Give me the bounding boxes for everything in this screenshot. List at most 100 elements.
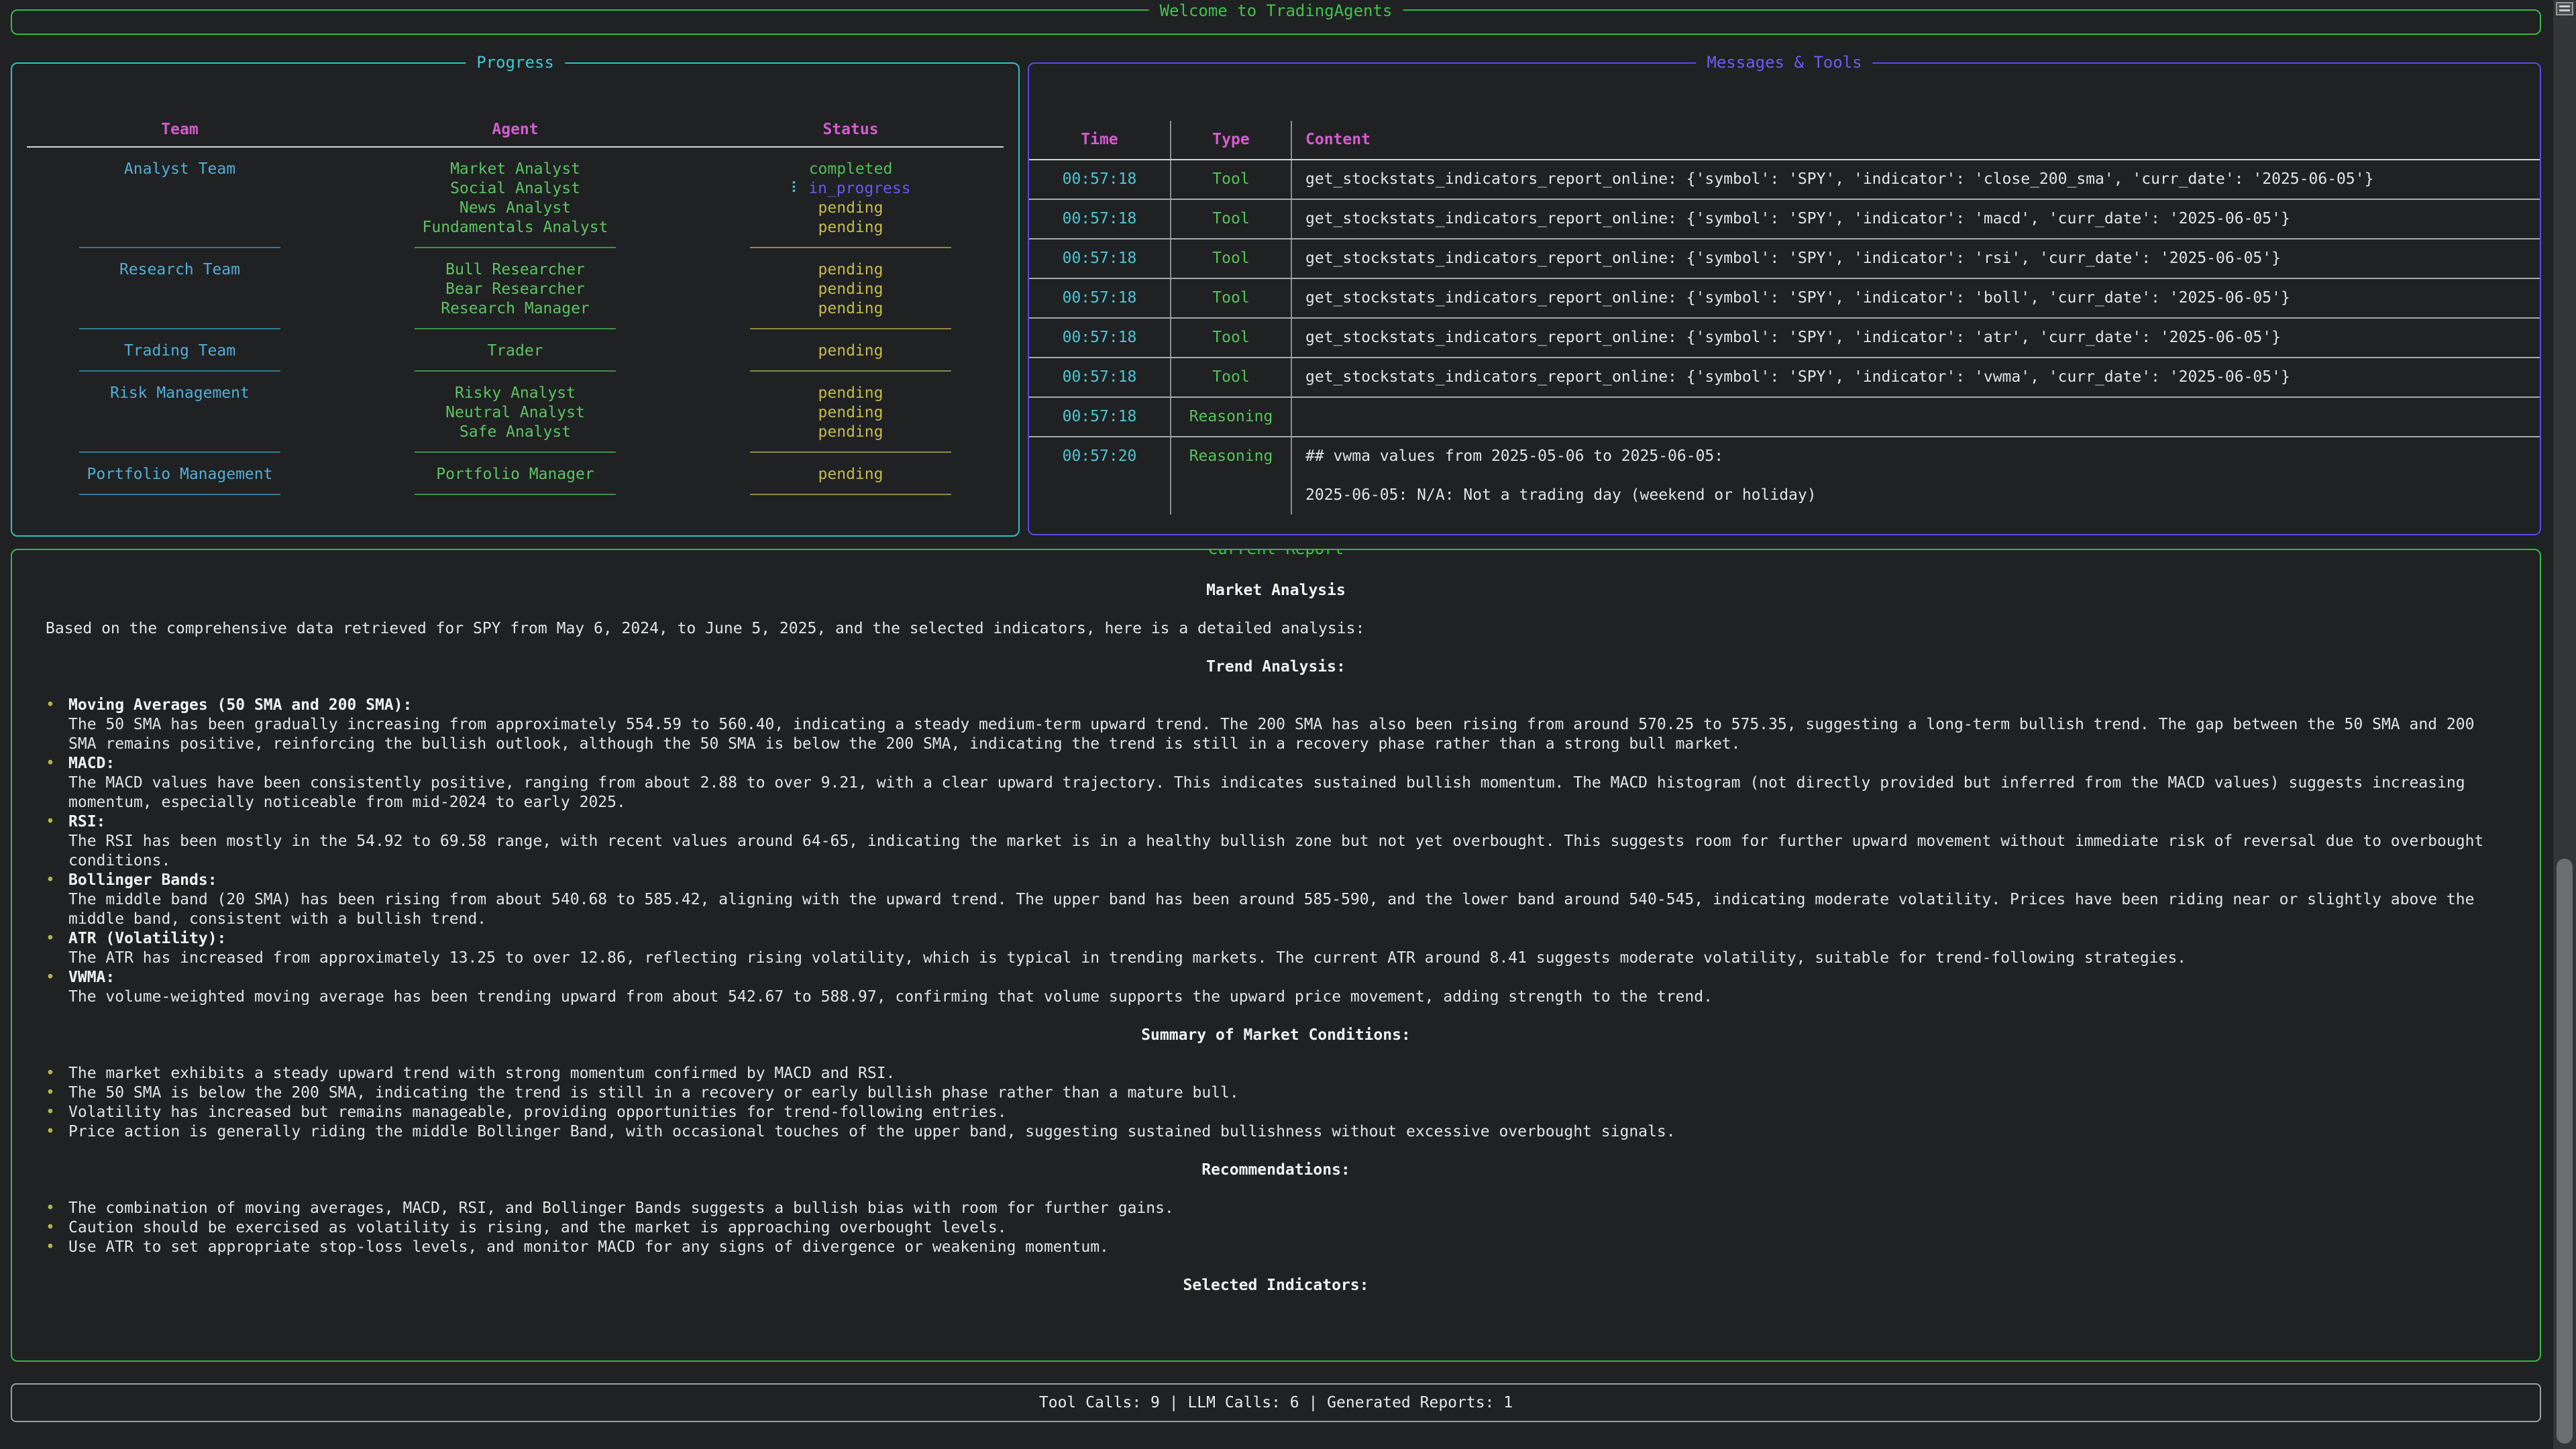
scrollbar-track[interactable] [2553, 0, 2576, 1449]
agent-name: Portfolio Manager [347, 465, 683, 484]
agent-name: Fundamentals Analyst [347, 218, 683, 237]
message-type: Tool [1171, 279, 1292, 317]
bullet-body: The market exhibits a steady upward tren… [68, 1064, 2506, 1083]
message-row: 00:57:18 Tool get_stockstats_indicators_… [1029, 358, 2540, 398]
team-group-research: Research Team Bull Researcher Bear Resea… [12, 248, 1018, 319]
status-pending: pending [683, 341, 1018, 361]
messages-table: Time Type Content 00:57:18 Tool get_stoc… [1029, 121, 2540, 515]
group-divider [12, 319, 1018, 329]
message-type: Tool [1171, 160, 1292, 199]
bullet-icon: • [46, 1122, 68, 1142]
message-time: 00:57:18 [1029, 319, 1171, 357]
list-item: • Price action is generally riding the m… [46, 1122, 2506, 1142]
column-header-content: Content [1292, 121, 2540, 159]
message-type: Tool [1171, 200, 1292, 238]
welcome-banner-title: Welcome to TradingAgents [1149, 1, 1403, 20]
report-intro: Based on the comprehensive data retrieve… [46, 619, 2506, 639]
section-heading-trend-analysis: Trend Analysis: [46, 657, 2506, 677]
team-group-portfolio: Portfolio Management Portfolio Manager p… [12, 453, 1018, 484]
progress-table-header: Team Agent Status [12, 121, 1018, 138]
bullet-title: RSI: [68, 812, 2506, 832]
agent-name: News Analyst [347, 199, 683, 218]
scrollbar-thumb[interactable] [2557, 859, 2573, 1444]
agent-name: Social Analyst [347, 179, 683, 199]
stats-footer-panel: Tool Calls: 9 | LLM Calls: 6 | Generated… [11, 1383, 2541, 1422]
message-row: 00:57:18 Reasoning [1029, 398, 2540, 437]
bullet-icon: • [46, 754, 68, 812]
message-row: 00:57:20 Reasoning ## vwma values from 2… [1029, 437, 2540, 515]
agent-name: Market Analyst [347, 160, 683, 179]
team-name: Risk Management [12, 384, 347, 442]
message-type: Reasoning [1171, 437, 1292, 515]
team-group-trading: Trading Team Trader pending [12, 329, 1018, 361]
status-pending: pending [683, 218, 1018, 237]
report-heading: Market Analysis [46, 581, 2506, 600]
team-name: Trading Team [12, 341, 347, 361]
list-item: • The combination of moving averages, MA… [46, 1199, 2506, 1218]
list-item: • VWMA: The volume-weighted moving avera… [46, 968, 2506, 1007]
agent-name: Risky Analyst [347, 384, 683, 403]
bullet-title: Moving Averages (50 SMA and 200 SMA): [68, 696, 2506, 715]
bullet-body: The MACD values have been consistently p… [68, 773, 2506, 812]
agent-name: Safe Analyst [347, 423, 683, 442]
column-header-status: Status [683, 121, 1018, 138]
team-name: Analyst Team [12, 160, 347, 237]
bullet-body: Price action is generally riding the mid… [68, 1122, 2506, 1142]
column-header-time: Time [1029, 121, 1171, 159]
column-header-team: Team [12, 121, 347, 138]
bullet-icon: • [46, 968, 68, 1007]
agent-name: Neutral Analyst [347, 403, 683, 423]
status-pending: pending [683, 260, 1018, 280]
message-content: get_stockstats_indicators_report_online:… [1292, 279, 2540, 317]
status-in-progress: ⠇in_progress [683, 179, 1018, 199]
current-report-panel: Current Report Market Analysis Based on … [11, 549, 2541, 1362]
list-item: • ATR (Volatility): The ATR has increase… [46, 929, 2506, 968]
message-time: 00:57:18 [1029, 239, 1171, 278]
message-content [1292, 398, 2540, 436]
group-divider [12, 237, 1018, 248]
message-content: get_stockstats_indicators_report_online:… [1292, 160, 2540, 199]
bullet-title: Bollinger Bands: [68, 871, 2506, 890]
agent-name: Bear Researcher [347, 280, 683, 299]
list-item: • MACD: The MACD values have been consis… [46, 754, 2506, 812]
status-pending: pending [683, 199, 1018, 218]
scrollbar-menu-button[interactable] [2556, 2, 2573, 15]
list-item: • The market exhibits a steady upward tr… [46, 1064, 2506, 1083]
section-heading-recommendations: Recommendations: [46, 1161, 2506, 1180]
bullet-icon: • [46, 812, 68, 871]
list-item: • Use ATR to set appropriate stop-loss l… [46, 1238, 2506, 1257]
message-content: get_stockstats_indicators_report_online:… [1292, 358, 2540, 396]
list-item: • The 50 SMA is below the 200 SMA, indic… [46, 1083, 2506, 1103]
section-heading-summary: Summary of Market Conditions: [46, 1026, 2506, 1045]
stats-text: Tool Calls: 9 | LLM Calls: 6 | Generated… [12, 1385, 2540, 1421]
bullet-body: Use ATR to set appropriate stop-loss lev… [68, 1238, 2506, 1257]
report-panel-title: Current Report [1197, 549, 1354, 558]
message-content: get_stockstats_indicators_report_online:… [1292, 200, 2540, 238]
list-item: • Moving Averages (50 SMA and 200 SMA): … [46, 696, 2506, 754]
list-item: • Caution should be exercised as volatil… [46, 1218, 2506, 1238]
list-item: • RSI: The RSI has been mostly in the 54… [46, 812, 2506, 871]
messages-panel-title: Messages & Tools [1696, 53, 1872, 72]
messages-table-header: Time Type Content [1029, 121, 2540, 160]
message-row: 00:57:18 Tool get_stockstats_indicators_… [1029, 319, 2540, 358]
section-heading-selected-indicators: Selected Indicators: [46, 1276, 2506, 1295]
bullet-body: Caution should be exercised as volatilit… [68, 1218, 2506, 1238]
progress-panel: Progress Team Agent Status Analyst Team … [11, 62, 1020, 537]
message-type: Tool [1171, 319, 1292, 357]
bullet-icon: • [46, 929, 68, 968]
bullet-body: The 50 SMA has been gradually increasing… [68, 715, 2506, 754]
bullet-body: The RSI has been mostly in the 54.92 to … [68, 832, 2506, 871]
status-pending: pending [683, 465, 1018, 484]
list-item: • Bollinger Bands: The middle band (20 S… [46, 871, 2506, 929]
team-group-analyst: Analyst Team Market Analyst Social Analy… [12, 148, 1018, 237]
progress-panel-title: Progress [466, 53, 565, 72]
status-pending: pending [683, 299, 1018, 319]
team-group-risk: Risk Management Risky Analyst Neutral An… [12, 372, 1018, 442]
bullet-icon: • [46, 1238, 68, 1257]
bullet-body: The volume-weighted moving average has b… [68, 987, 2506, 1007]
group-divider [12, 484, 1018, 495]
message-row: 00:57:18 Tool get_stockstats_indicators_… [1029, 239, 2540, 279]
messages-tools-panel: Messages & Tools Time Type Content 00:57… [1028, 62, 2541, 535]
welcome-banner: Welcome to TradingAgents [11, 9, 2541, 35]
bullet-title: MACD: [68, 754, 2506, 773]
